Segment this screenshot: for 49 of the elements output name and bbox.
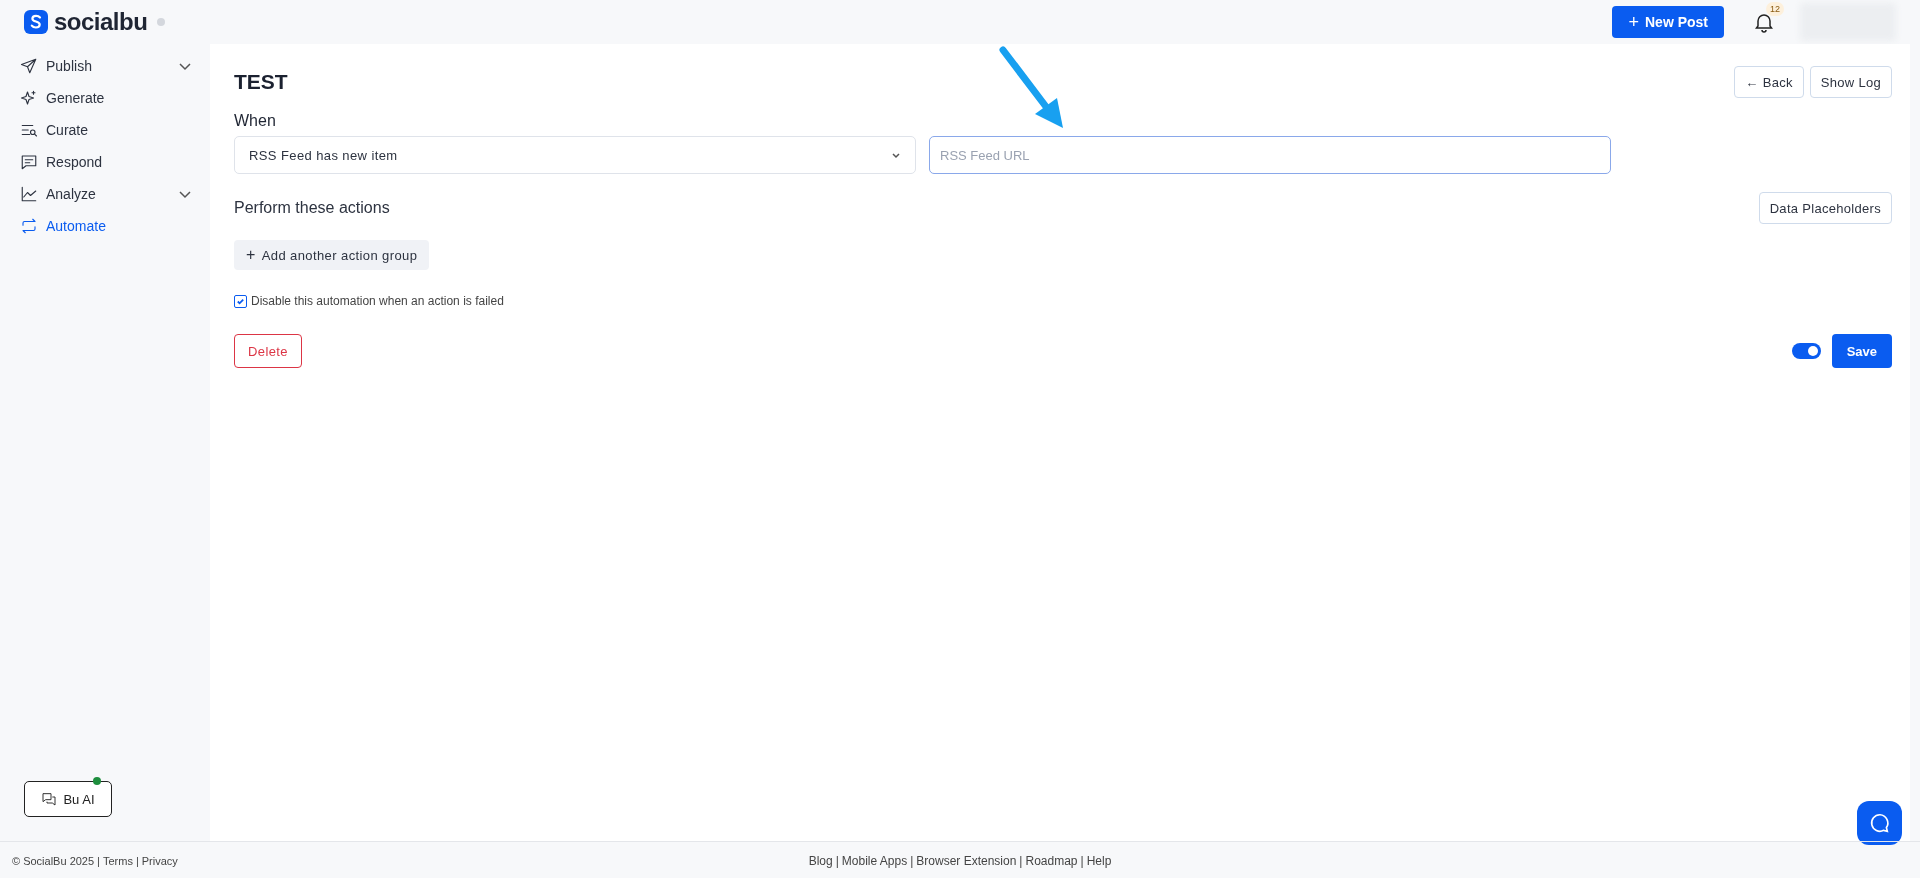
footer-text: © SocialBu 2025 <box>12 854 95 867</box>
send-icon <box>20 57 38 75</box>
sidebar-item[interactable]: Analyze <box>20 178 192 210</box>
chat-icon <box>41 791 58 807</box>
new-post-button[interactable]: + New Post <box>1612 6 1724 38</box>
repeat-icon <box>20 217 38 235</box>
sidebar-item[interactable]: Curate <box>20 114 192 146</box>
footer-separator: | <box>835 853 839 868</box>
rss-url-field[interactable]: RSS Feed URL <box>929 136 1611 174</box>
page-title: TEST <box>234 70 289 94</box>
checkmark-icon <box>236 296 245 306</box>
footer-link[interactable]: Browser Extension <box>916 853 1017 868</box>
chevron-icon <box>891 150 901 160</box>
footer-text[interactable]: Terms <box>102 854 133 867</box>
footer-link[interactable]: Blog <box>808 853 833 868</box>
chat-bubble-icon <box>1868 812 1891 834</box>
notification-badge: 12 <box>1766 2 1784 16</box>
footer-separator: | <box>1080 853 1084 868</box>
help-chat-button[interactable] <box>1857 801 1902 845</box>
checkbox-label: Disable this automation when an action is failed <box>251 294 504 308</box>
footer-link[interactable]: Mobile Apps <box>841 853 908 868</box>
trigger-dropdown[interactable]: RSS Feed has new item <box>234 136 916 174</box>
back-button[interactable]: ← Back <box>1734 66 1804 98</box>
save-button[interactable]: Save <box>1831 334 1892 368</box>
footer-separator: | <box>910 853 914 868</box>
show-log-button[interactable]: Show Log <box>1809 66 1892 98</box>
chat-icon <box>20 153 38 171</box>
checkbox[interactable] <box>234 294 247 308</box>
chart-icon <box>20 185 38 203</box>
status-dot <box>157 18 166 26</box>
data-placeholders-button[interactable]: Data Placeholders <box>1758 192 1892 224</box>
delete-button[interactable]: Delete <box>234 334 302 368</box>
brand-name: socialbu <box>54 8 148 36</box>
footer-separator: | <box>97 854 100 867</box>
toggle-switch[interactable] <box>1791 343 1821 359</box>
when-label: When <box>234 112 277 130</box>
sidebar-item[interactable]: Respond <box>20 146 192 178</box>
sidebar-item[interactable]: Generate <box>20 82 192 114</box>
footer-separator: | <box>1019 853 1023 868</box>
footer-text[interactable]: Privacy <box>141 854 178 867</box>
actions-heading: Perform these actions <box>234 199 390 217</box>
sidebar-item[interactable]: Automate <box>20 210 192 242</box>
sidebar-item[interactable]: Publish <box>20 50 192 82</box>
sparkle-icon <box>20 89 38 107</box>
footer-link[interactable]: Help <box>1086 853 1112 868</box>
footer-link[interactable]: Roadmap <box>1025 853 1078 868</box>
add-action-group-button[interactable]: + Add another action group <box>234 240 430 270</box>
footer-separator: | <box>135 854 139 867</box>
logo-icon <box>24 10 48 34</box>
